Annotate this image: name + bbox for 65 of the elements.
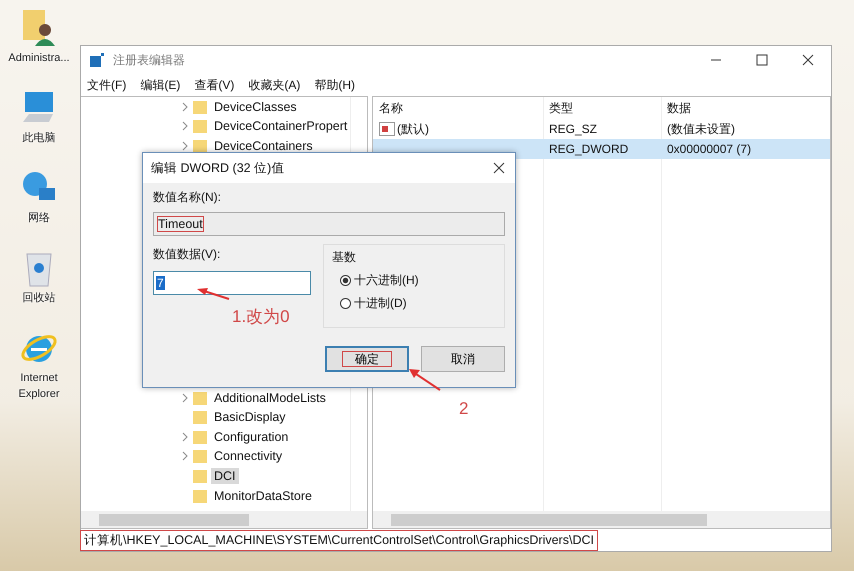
menu-item[interactable]: 收藏夹(A) — [248, 76, 300, 94]
desktop-icon-label[interactable]: 回收站 — [2, 290, 76, 306]
horizontal-scrollbar[interactable] — [81, 511, 367, 528]
folder-icon — [193, 430, 207, 444]
radio-option[interactable]: 十进制(D) — [332, 295, 496, 312]
menu-item[interactable]: 查看(V) — [194, 76, 234, 94]
status-path: 计算机\HKEY_LOCAL_MACHINE\SYSTEM\CurrentControlSet\Control\GraphicsDrivers\DCI — [81, 530, 597, 550]
chevron-icon[interactable] — [181, 432, 189, 442]
desktop-icon-label[interactable]: 网络 — [2, 210, 76, 226]
value-row[interactable]: (默认) REG_SZ (数值未设置) — [373, 119, 830, 139]
tree-item[interactable]: AdditionalModeLists — [211, 390, 329, 406]
group-label: 基数 — [332, 249, 357, 266]
step-annotation: 2 — [459, 399, 468, 419]
tree-item[interactable]: DeviceContainerPropert — [211, 118, 350, 134]
folder-icon — [193, 410, 207, 424]
radio-option[interactable]: 十六进制(H) — [332, 272, 496, 289]
field-label: 数值数据(V): — [153, 246, 222, 263]
folder-icon — [193, 468, 207, 483]
menu-item[interactable]: 编辑(E) — [140, 76, 180, 94]
dialog-button[interactable]: 取消 — [421, 346, 505, 372]
folder-icon — [193, 449, 207, 464]
chevron-icon[interactable] — [181, 102, 189, 112]
window-title: 注册表编辑器 — [113, 52, 185, 68]
chevron-icon[interactable] — [181, 140, 189, 151]
desktop-icon-label[interactable]: Administra... — [2, 50, 76, 66]
field-label: 数值名称(N): — [153, 189, 222, 206]
column-header[interactable]: 类型 — [549, 100, 667, 116]
radio-icon[interactable] — [340, 275, 351, 286]
dialog-title: 编辑 DWORD (32 位)值 — [151, 160, 284, 176]
chevron-icon[interactable] — [181, 392, 189, 403]
tree-item[interactable]: DCI — [211, 468, 239, 484]
chevron-icon[interactable] — [181, 451, 189, 462]
chevron-icon[interactable] — [181, 121, 189, 132]
dialog-button[interactable]: 确定 — [325, 346, 409, 372]
column-header[interactable]: 名称 — [379, 100, 549, 116]
annotation-arrow — [196, 287, 230, 301]
step-annotation: 1.改为0 — [232, 306, 290, 328]
folder-icon — [193, 119, 207, 134]
annotation-arrow — [408, 368, 442, 392]
folder-icon — [193, 488, 207, 503]
folder-icon — [193, 138, 207, 153]
column-header[interactable]: 数据 — [667, 100, 830, 116]
tree-item[interactable]: BasicDisplay — [211, 409, 289, 426]
table-cell: (默认) — [397, 120, 429, 138]
tree-item[interactable]: Connectivity — [211, 448, 286, 464]
horizontal-scrollbar[interactable] — [373, 511, 830, 528]
table-cell-text: REG_SZ — [549, 122, 598, 136]
desktop-icon-label[interactable]: 此电脑 — [2, 130, 76, 146]
tree-item[interactable]: MonitorDataStore — [211, 488, 315, 504]
folder-icon — [193, 390, 207, 405]
tree-item[interactable]: Configuration — [211, 428, 292, 445]
radio-icon[interactable] — [340, 298, 351, 309]
desktop-icon-label[interactable]: Internet Explorer — [2, 370, 76, 402]
table-cell-text: REG_DWORD — [549, 142, 630, 156]
menu-item[interactable]: 文件(F) — [87, 76, 126, 94]
table-cell-text: (数值未设置) — [667, 120, 736, 138]
tree-item[interactable]: DeviceContainers — [211, 138, 316, 154]
value-data-field[interactable]: 7 — [153, 271, 311, 295]
menu-item[interactable]: 帮助(H) — [314, 76, 355, 94]
value-name-field[interactable]: Timeout — [153, 212, 505, 236]
tree-item[interactable]: DeviceClasses — [211, 98, 300, 115]
table-cell-text: 0x00000007 (7) — [667, 142, 752, 156]
close-icon[interactable] — [493, 162, 505, 174]
string-value-icon — [379, 122, 395, 136]
folder-icon — [193, 100, 207, 114]
